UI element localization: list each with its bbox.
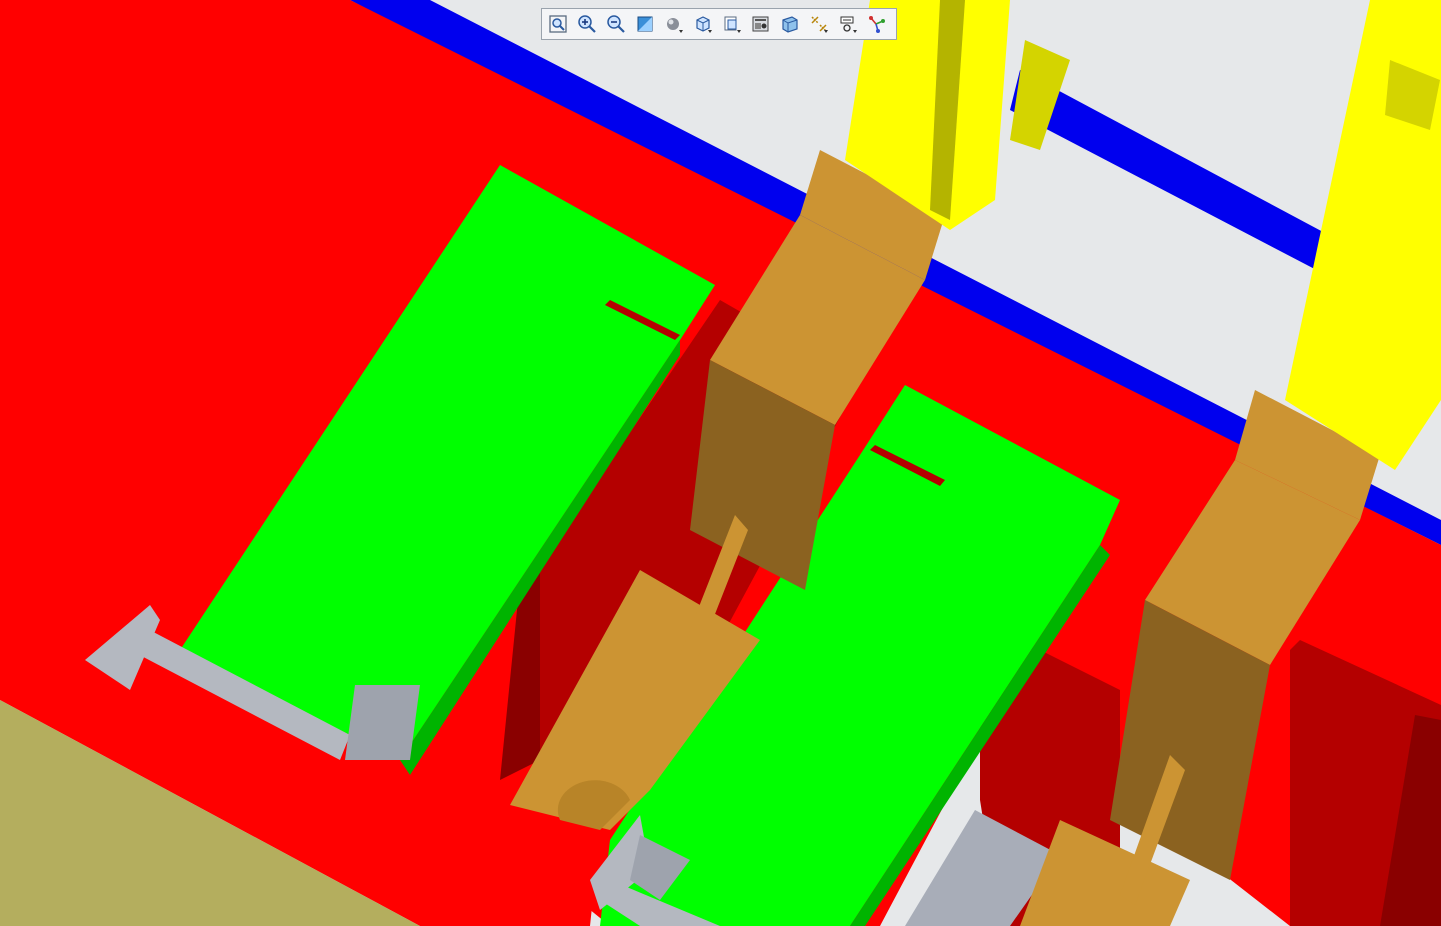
refit-icon <box>549 15 567 33</box>
datum-display-icon <box>811 16 828 33</box>
spin-center-icon <box>869 16 885 33</box>
perspective-icon <box>782 16 798 33</box>
standard-orientation-icon <box>696 16 712 33</box>
actuator-bracket-left[interactable] <box>345 685 420 760</box>
repaint-icon <box>637 16 653 32</box>
perspective-button[interactable] <box>777 11 803 37</box>
display-style-button[interactable] <box>661 11 687 37</box>
repaint-button[interactable] <box>632 11 658 37</box>
zoom-in-button[interactable] <box>574 11 600 37</box>
saved-views-icon <box>724 16 741 33</box>
datum-display-button[interactable] <box>806 11 832 37</box>
saved-views-button[interactable] <box>719 11 745 37</box>
view-manager-icon <box>752 16 769 32</box>
view-manager-button[interactable] <box>748 11 774 37</box>
zoom-out-button[interactable] <box>603 11 629 37</box>
graphics-toolbar <box>541 8 897 40</box>
spin-center-button[interactable] <box>864 11 890 37</box>
refit-button[interactable] <box>545 11 571 37</box>
annotation-display-button[interactable] <box>835 11 861 37</box>
zoom-out-icon <box>607 15 625 33</box>
zoom-in-icon <box>578 15 596 33</box>
model-viewport[interactable] <box>0 0 1441 926</box>
annotation-display-icon <box>840 16 857 33</box>
standard-orientation-button[interactable] <box>690 11 716 37</box>
display-style-icon <box>667 18 683 33</box>
